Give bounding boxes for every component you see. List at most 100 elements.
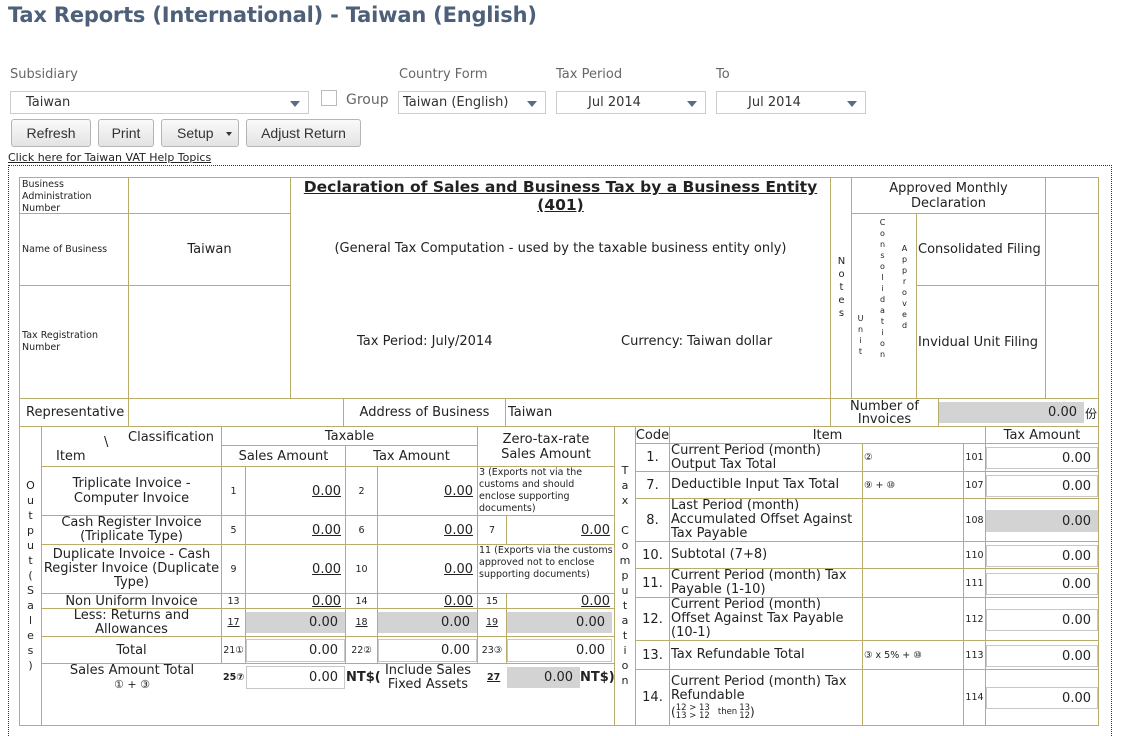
sales-total-value[interactable]: 0.00 [246, 639, 345, 662]
fixed-assets-code-link[interactable]: 27 [487, 672, 500, 683]
declaration-title: Declaration of Sales and Business Tax by… [303, 178, 818, 196]
row-label: Total [41, 636, 222, 664]
tax-registration-label: Tax Registration Number [19, 285, 129, 399]
nt-open: NT$( [346, 670, 381, 685]
approved-monthly-value[interactable] [1045, 177, 1099, 214]
sales-amount-total-formula: ① + ③ [114, 678, 150, 691]
row-label: Non Uniform Invoice [41, 593, 222, 609]
name-of-business-value: Taiwan [128, 213, 291, 286]
comp-row-amount-cell: 0.00 [985, 597, 1099, 641]
classification-header: Classification \ Item [41, 426, 222, 467]
comp-row-code: 110 [963, 541, 986, 569]
sales-amount-total-label: Sales Amount Total [69, 663, 195, 678]
comp-row-number: 7. [635, 471, 670, 499]
subsidiary-value: Taiwan [26, 95, 71, 110]
row-code: 1 [221, 466, 246, 516]
group-label: Group [346, 92, 389, 108]
comp-row-amount-cell: 0.00 [985, 669, 1099, 726]
comp-row-formula: ② [862, 443, 964, 472]
comp-row-amount[interactable]: 0.00 [986, 475, 1098, 497]
comp-row-label-cell: Current Period (month) Tax Payable (1-10… [669, 568, 863, 598]
individual-filing-value[interactable] [1045, 285, 1099, 399]
print-button[interactable]: Print [98, 119, 154, 147]
adjust-return-button[interactable]: Adjust Return [246, 119, 361, 147]
comp-row-label: Current Period (month) Tax Payable (1-10… [671, 568, 847, 597]
item-header: Item [669, 426, 986, 444]
sales-amount-value[interactable]: 0.00 [245, 593, 346, 609]
num-invoices-label: Number of Invoices [830, 398, 939, 427]
comp-row-amount[interactable]: 0.00 [986, 645, 1098, 667]
subsidiary-select[interactable]: Taiwan [10, 91, 309, 114]
row-code-link[interactable]: 18 [345, 608, 378, 637]
comp-row-number: 13. [635, 640, 670, 670]
zero-rate-value[interactable]: 0.00 [506, 515, 615, 545]
row-code: 13 [221, 593, 246, 609]
comp-row-number: 12. [635, 597, 670, 641]
tax-period-select[interactable]: Jul 2014 [556, 91, 706, 114]
tax-registration-value [128, 285, 291, 399]
row-code-link[interactable]: 17 [221, 608, 246, 637]
page-title: Tax Reports (International) - Taiwan (En… [8, 3, 537, 27]
row-code: 5 [221, 515, 246, 545]
comp-row-amount[interactable]: 0.00 [986, 573, 1098, 595]
comp-row-amount[interactable]: 0.00 [986, 609, 1098, 631]
row-code-link[interactable]: 19 [477, 608, 507, 637]
fixed-assets-value: 0.00 [507, 667, 580, 688]
comp-row-code: 111 [963, 568, 986, 598]
row-code: 9 [221, 544, 246, 594]
comp-row-amount: 0.00 [986, 510, 1098, 532]
comp-row-amount[interactable]: 0.00 [986, 545, 1098, 567]
comp-row-amount-cell: 0.00 [985, 471, 1099, 499]
zero-total-value[interactable]: 0.00 [507, 639, 612, 662]
tax-amount-value[interactable]: 0.00 [377, 593, 478, 609]
comp-row-label: Current Period (month) Output Tax Total [671, 442, 821, 472]
comp-row-code: 108 [963, 498, 986, 542]
comp-row-label-cell: Current Period (month) Offset Against Ta… [669, 597, 863, 641]
setup-button[interactable]: Setup [161, 119, 239, 147]
group-checkbox[interactable] [321, 90, 337, 106]
consolidated-filing-value[interactable] [1045, 213, 1099, 286]
zero-rate-cell: 0.00 [506, 608, 615, 637]
row14-note-then: then [717, 707, 738, 717]
tax-period-label: Tax Period [556, 67, 623, 82]
chevron-down-icon [527, 101, 537, 107]
comp-row-label-cell: Subtotal (7+8) [669, 541, 863, 569]
comp-row-code: 113 [963, 640, 986, 670]
tax-total-value[interactable]: 0.00 [378, 639, 477, 662]
comp-row-formula [862, 597, 964, 641]
sales-amount-value: 0.00 [246, 612, 345, 633]
row-code: 21① [221, 636, 246, 664]
nt-close: NT$) [580, 670, 615, 685]
tax-amount-value[interactable]: 0.00 [377, 466, 478, 516]
sales-amount-total-value[interactable]: 0.00 [246, 666, 345, 689]
row-code: 2 [345, 466, 378, 516]
tax-amount-value[interactable]: 0.00 [377, 515, 478, 545]
comp-row-number: 1. [635, 443, 670, 472]
comp-row-formula: ③ x 5% + ⑩ [862, 640, 964, 670]
sales-amount-cell: 0.00 [245, 608, 346, 637]
row-label: Cash Register Invoice (Triplicate Type) [41, 515, 222, 545]
approved-monthly-label: Approved Monthly Declaration [851, 177, 1046, 214]
comp-row-amount[interactable]: 0.00 [986, 447, 1098, 469]
sales-amount-total-row: Sales Amount Total ① + ③ 25⑦ 0.00 NT$( I… [41, 663, 615, 726]
representative-label: Representative [19, 398, 129, 427]
row14-note-a2: 13 > 12 [675, 711, 710, 721]
caret-down-icon [226, 132, 232, 136]
tax-computation-label: Tax Computation [614, 426, 636, 726]
zero-rate-value[interactable]: 0.00 [506, 593, 615, 609]
help-topics-link[interactable]: Click here for Taiwan VAT Help Topics [8, 151, 211, 164]
sales-total-cell: 0.00 [245, 636, 346, 664]
sales-amount-value[interactable]: 0.00 [245, 466, 346, 516]
country-form-select[interactable]: Taiwan (English) [398, 91, 546, 114]
comp-row-code: 107 [963, 471, 986, 499]
comp-row-amount[interactable]: 0.00 [986, 687, 1098, 709]
row-label: Duplicate Invoice - Cash Register Invoic… [41, 544, 222, 594]
tax-amount-value[interactable]: 0.00 [377, 544, 478, 594]
to-select[interactable]: Jul 2014 [716, 91, 866, 114]
sales-amount-value[interactable]: 0.00 [245, 544, 346, 594]
address-label: Address of Business [343, 398, 506, 427]
refresh-button[interactable]: Refresh [11, 119, 91, 147]
consolidated-filing-label: Consolidated Filing [916, 213, 1046, 286]
sales-amount-value[interactable]: 0.00 [245, 515, 346, 545]
comp-row-amount-cell: 0.00 [985, 498, 1099, 542]
